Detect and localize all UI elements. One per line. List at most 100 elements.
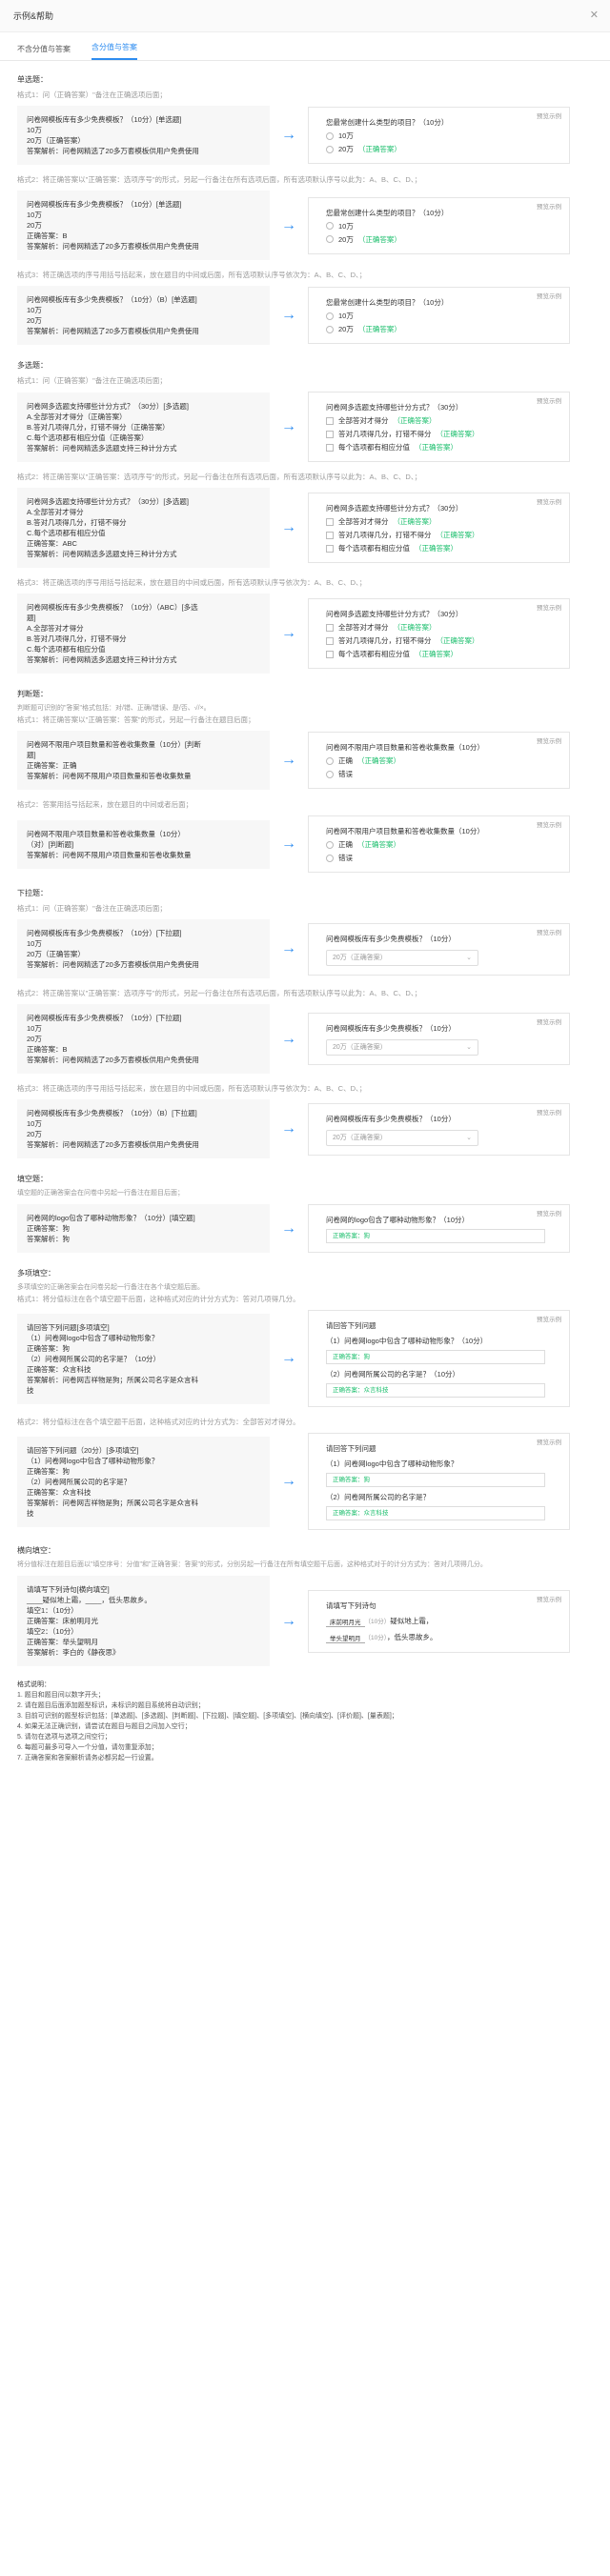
preview-option[interactable]: 错误 — [326, 853, 559, 863]
source-line: 问卷网不限用户项目数量和答卷收集数量（10分） — [27, 829, 185, 838]
source-line: 答案解析：问卷网精选了20多万套模板供用户免费使用 — [27, 1140, 199, 1149]
source-line: 答案解析：问卷网精选多选题支持三种计分方式 — [27, 655, 177, 664]
fill-answer-input[interactable]: 正确答案：狗 — [326, 1473, 545, 1487]
preview-label: 预览示例 — [537, 203, 561, 211]
fill-answer-input[interactable]: 正确答案：狗 — [326, 1229, 545, 1243]
preview-label: 预览示例 — [537, 293, 561, 300]
radio-icon[interactable] — [326, 325, 334, 333]
example-source: 问卷网的logo包含了哪种动物形象？（10分）[填空题] 正确答案：狗 答案解析… — [17, 1204, 270, 1253]
single-choice-title: 单选题： — [17, 75, 48, 84]
source-line: 20万 — [27, 1130, 42, 1138]
radio-icon[interactable] — [326, 756, 334, 765]
preview-question: 请回答下列问题 — [326, 1444, 376, 1453]
radio-icon[interactable] — [326, 235, 334, 243]
preview-option[interactable]: 每个选项都有相应分值 （正确答案） — [326, 649, 559, 659]
source-line: （对）[判断题] — [27, 839, 74, 849]
radio-icon[interactable] — [326, 854, 334, 862]
dropdown-example3: 问卷网模板库有多少免费模板？（10分）（B）[下拉题] 10万 20万 答案解析… — [17, 1099, 593, 1158]
example-preview: 预览示例 请填写下列诗句 床前明月光 （10分）疑似地上霜， 举头望明月 （10分）… — [308, 1589, 570, 1653]
hfill-title: 横向填空： — [17, 1546, 55, 1555]
tab-without-score[interactable]: 不含分值与答案 — [17, 44, 71, 60]
judge-note: 判断题可识别的"答案"格式包括：对/错、正确/错误、是/否、√/×。 — [17, 705, 211, 712]
option-label: 10万 — [338, 312, 354, 320]
preview-option[interactable]: 全部答对才得分 （正确答案） — [326, 622, 559, 633]
preview-option[interactable]: 10万 — [326, 221, 559, 231]
checkbox-icon[interactable] — [326, 650, 334, 658]
correct-tag: （正确答案） — [393, 517, 437, 526]
example-source: 请填写下列诗句[横向填空] ____疑似地上霜，____，低头思故乡。 填空1：… — [17, 1576, 270, 1666]
dropdown-select[interactable]: 20万（正确答案） ⌄ — [326, 949, 478, 966]
radio-icon[interactable] — [326, 770, 334, 778]
fill-title: 填空题： — [17, 1175, 48, 1183]
preview-option[interactable]: 正确 （正确答案） — [326, 755, 559, 766]
example-source: 问卷网模板库有多少免费模板？（10分）（ABC）[多选 题] A.全部答对才得分… — [17, 594, 270, 674]
radio-icon[interactable] — [326, 222, 334, 230]
arrow-right-icon: → — [281, 127, 296, 143]
preview-option[interactable]: 答对几项得几分，打错不得分 （正确答案） — [326, 429, 559, 439]
preview-option[interactable]: 错误 — [326, 769, 559, 779]
preview-option[interactable]: 全部答对才得分 （正确答案） — [326, 415, 559, 426]
instruction-title: 格式说明： — [17, 1681, 51, 1688]
instruction-item: 5. 请勿在选项与选项之间空行； — [17, 1734, 112, 1741]
source-line: （2）问卷网所属公司的名字是？（10分） — [27, 1354, 161, 1363]
radio-icon[interactable] — [326, 840, 334, 849]
preview-question: 请回答下列问题 — [326, 1321, 376, 1330]
preview-option[interactable]: 答对几项得几分，打错不得分 （正确答案） — [326, 530, 559, 540]
preview-option[interactable]: 20万 （正确答案） — [326, 324, 559, 334]
dropdown-select[interactable]: 20万（正确答案） ⌄ — [326, 1039, 478, 1056]
checkbox-icon[interactable] — [326, 517, 334, 526]
checkbox-icon[interactable] — [326, 531, 334, 539]
judge-format1: 格式1：将正确答案以"正确答案：答案"的形式，另起一行备注在题目后面； — [17, 715, 255, 724]
radio-icon[interactable] — [326, 145, 334, 153]
example-preview: 预览示例 问卷网模板库有多少免费模板？（10分） 20万（正确答案） ⌄ — [308, 1013, 570, 1065]
tab-with-score[interactable]: 含分值与答案 — [92, 42, 137, 60]
dropdown-select[interactable]: 20万（正确答案） ⌄ — [326, 1129, 478, 1146]
preview-label: 预览示例 — [537, 113, 561, 120]
preview-option[interactable]: 20万 （正确答案） — [326, 144, 559, 154]
close-icon[interactable]: ✕ — [590, 10, 599, 21]
source-line: A.全部答对才得分（正确答案） — [27, 412, 127, 421]
radio-icon[interactable] — [326, 312, 334, 320]
example-preview: 预览示例 问卷网不限用户项目数量和答卷收集数量（10分） 正确 （正确答案） 错误 — [308, 732, 570, 789]
source-line: 正确答案：ABC — [27, 539, 77, 548]
correct-tag: （正确答案） — [357, 234, 401, 244]
preview-option[interactable]: 正确 （正确答案） — [326, 839, 559, 850]
checkbox-icon[interactable] — [326, 636, 334, 645]
preview-option[interactable]: 全部答对才得分 （正确答案） — [326, 516, 559, 527]
fill-answer-input[interactable]: 正确答案：众言科技 — [326, 1506, 545, 1520]
example-preview: 预览示例 问卷网多选题支持哪些计分方式？（30分） 全部答对才得分 （正确答案） … — [308, 598, 570, 669]
dropdown-format3: 格式3：将正确选项的序号用括号括起来，放在题目的中间或后面，所有选项默认序号依次… — [17, 1084, 367, 1093]
blank-input[interactable]: 床前明月光 — [326, 1618, 365, 1627]
checkbox-icon[interactable] — [326, 416, 334, 425]
option-label: 答对几项得几分，打错不得分 — [338, 531, 432, 539]
source-line: 正确答案：狗 — [27, 1224, 70, 1233]
fill-answer-input[interactable]: 正确答案：众言科技 — [326, 1383, 545, 1398]
multi-example1: 问卷网多选题支持哪些计分方式？（30分）[多选题] A.全部答对才得分（正确答案… — [17, 392, 593, 462]
source-line: 10万 — [27, 1024, 42, 1033]
correct-tag: （正确答案） — [415, 544, 458, 553]
single-format2: 格式2：将正确答案以"正确答案：选项序号"的形式，另起一行备注在所有选项后面，所… — [17, 175, 422, 184]
preview-option[interactable]: 10万 — [326, 131, 559, 141]
preview-option[interactable]: 每个选项都有相应分值 （正确答案） — [326, 442, 559, 453]
source-line: 正确答案：狗 — [27, 1466, 70, 1476]
preview-option[interactable]: 10万 — [326, 311, 559, 321]
radio-icon[interactable] — [326, 131, 334, 140]
preview-option[interactable]: 答对几项得几分，打错不得分 （正确答案） — [326, 635, 559, 646]
preview-question: 您最常创建什么类型的项目？（10分） — [326, 298, 449, 307]
arrow-right-icon: → — [281, 1219, 296, 1237]
multifill-format2: 格式2：将分值标注在各个填空题干后面，这种格式对应的计分方式为：全部答对才得分。 — [17, 1418, 300, 1426]
checkbox-icon[interactable] — [326, 544, 334, 553]
blank-input[interactable]: 举头望明月 — [326, 1634, 365, 1643]
preview-question: 问卷网不限用户项目数量和答卷收集数量（10分） — [326, 827, 484, 835]
checkbox-icon[interactable] — [326, 623, 334, 632]
format-instructions: 格式说明： 1. 题目和题目间以数字开头； 2. 请在题目后面添加题型标识，未标… — [17, 1680, 593, 1763]
checkbox-icon[interactable] — [326, 443, 334, 452]
preview-option[interactable]: 每个选项都有相应分值 （正确答案） — [326, 543, 559, 553]
preview-option[interactable]: 20万 （正确答案） — [326, 234, 559, 245]
source-line: 答案解析：李白的《静夜思》 — [27, 1648, 120, 1657]
preview-question: 问卷网模板库有多少免费模板？（10分） — [326, 934, 456, 943]
fill-answer-input[interactable]: 正确答案：狗 — [326, 1350, 545, 1364]
help-content: 单选题： 格式1：问（正确答案）"备注在正确选项后面； 问卷网模板库有多少免费模… — [0, 61, 610, 1763]
correct-tag: （正确答案） — [436, 636, 479, 645]
checkbox-icon[interactable] — [326, 430, 334, 438]
